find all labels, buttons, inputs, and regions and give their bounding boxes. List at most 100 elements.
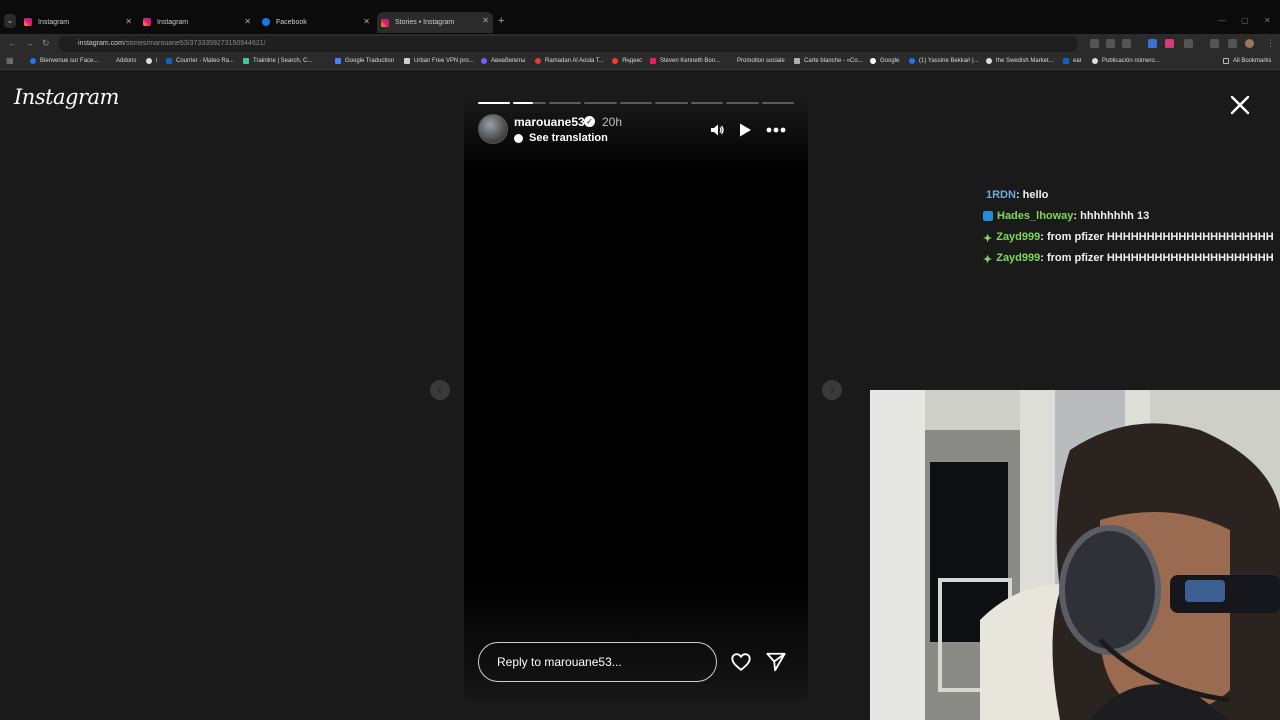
story-bottom-gradient (464, 580, 808, 700)
linkedin-icon (1063, 58, 1069, 64)
close-tab-icon[interactable]: ✕ (125, 17, 132, 26)
close-icon[interactable] (1228, 93, 1252, 117)
cast-icon[interactable] (1090, 39, 1099, 48)
zoom-icon[interactable] (1106, 39, 1115, 48)
globe-icon (1092, 58, 1098, 64)
extensions-puzzle-icon[interactable] (1184, 39, 1193, 48)
bookmark-item[interactable]: the Swedish Market... (986, 58, 1054, 64)
chat-text: : hello (1015, 189, 1049, 201)
browser-tab[interactable]: Instagram ✕ (20, 13, 136, 31)
all-bookmarks-button[interactable]: All Bookmarks (1223, 58, 1271, 64)
tab-title: Instagram (157, 18, 189, 26)
translate-icon[interactable] (1228, 39, 1237, 48)
globe-icon (986, 58, 992, 64)
chat-message: 1RDN: hello (986, 189, 1048, 201)
webcam-feed-image (870, 390, 1280, 720)
story-progress-segment (478, 102, 511, 104)
close-tab-icon[interactable]: ✕ (363, 17, 370, 26)
flights-icon (481, 58, 487, 64)
yandex-icon (612, 58, 618, 64)
bookmark-item[interactable]: Google (870, 58, 899, 64)
facebook-icon (30, 58, 36, 64)
story-progress-fill (478, 102, 511, 104)
story-username[interactable]: marouane53 (514, 115, 585, 129)
address-toolbar: ← → ↻ instagram.com/stories/marouane53/3… (0, 34, 1280, 54)
browser-tab-strip: ⌄ Instagram ✕ Instagram ✕ Facebook ✕ Sto… (0, 0, 1280, 34)
bookmark-item[interactable]: Ramadan Al Aoula T... (535, 58, 604, 64)
bookmark-item[interactable]: Urban Free VPN pro... (404, 58, 474, 64)
chat-text: : from pfizer HHHHHHHHHHHHHHHHHHHHH (1040, 231, 1274, 243)
chat-text: : hhhhhhhh 13 (1073, 210, 1150, 222)
new-tab-button[interactable]: + (498, 15, 504, 27)
story-card[interactable]: marouane53 ✓ 20h See translation Reply t… (464, 92, 808, 700)
browser-tab-active[interactable]: Stories • Instagram ✕ (377, 12, 493, 33)
stream-chat: 1RDN: hello Hades_lhoway: hhhhhhhh 13 ✦ Z… (983, 189, 1280, 279)
browser-tab[interactable]: Facebook ✕ (258, 13, 374, 31)
url-host: instagram.com (78, 40, 124, 47)
bookmark-item[interactable]: Авиабилеты (481, 58, 525, 64)
browser-tab[interactable]: Instagram ✕ (139, 13, 255, 31)
reload-icon[interactable]: ↻ (42, 38, 50, 49)
bookmark-item[interactable]: Courrier - Mateo Ra... (166, 58, 234, 64)
bookmark-item[interactable]: Bienvenue sur Face... (30, 58, 98, 64)
close-tab-icon[interactable]: ✕ (482, 16, 489, 25)
bookmark-item[interactable]: Addons (116, 58, 136, 64)
apps-grid-icon[interactable]: ▦ (6, 56, 14, 65)
minimize-icon[interactable]: — (1218, 16, 1226, 25)
instagram-icon (381, 18, 389, 27)
avatar[interactable] (478, 114, 508, 144)
bookmark-item[interactable]: Carte blanche - «Co... (794, 58, 863, 64)
bookmark-item[interactable]: ear (1063, 58, 1082, 64)
google-translate-icon (335, 58, 341, 64)
extension-icon[interactable] (1165, 39, 1174, 48)
bookmark-star-icon[interactable] (1122, 39, 1131, 48)
send-icon[interactable] (765, 651, 787, 673)
forward-icon[interactable]: → (25, 38, 34, 48)
globe-icon (146, 58, 152, 64)
bookmark-item[interactable]: Яндекс (612, 58, 642, 64)
url-path: /stories/marouane53/3733359273150944621/ (123, 40, 266, 47)
facebook-icon (909, 58, 915, 64)
instagram-icon (24, 18, 32, 26)
tab-title: Stories • Instagram (395, 19, 455, 26)
verified-badge-icon: ✓ (584, 116, 595, 127)
story-timestamp: 20h (602, 115, 623, 129)
download-icon[interactable] (1210, 39, 1219, 48)
play-icon[interactable] (738, 122, 752, 138)
mail-icon (166, 58, 172, 64)
close-window-icon[interactable]: ✕ (1264, 16, 1271, 25)
tab-title: Facebook (276, 18, 307, 26)
google-icon (870, 58, 876, 64)
more-options-icon[interactable] (766, 127, 786, 133)
heart-icon[interactable] (730, 651, 752, 673)
bookmark-item[interactable]: (1) Yassine Bekkari |... (909, 58, 979, 64)
bookmark-item[interactable]: Promotion sociale (727, 58, 785, 64)
instagram-logo[interactable]: Instagram (14, 85, 119, 109)
next-story-button[interactable]: › (822, 380, 842, 400)
tab-search-button[interactable]: ⌄ (4, 14, 16, 28)
story-progress-fill (513, 102, 533, 104)
address-input[interactable]: instagram.com/stories/marouane53/3733359… (58, 36, 1078, 52)
star-badge-icon: ✦ (983, 233, 993, 245)
reply-input[interactable]: Reply to marouane53... (478, 642, 717, 682)
bookmark-item[interactable]: Steven Kenneth Bon... (650, 58, 720, 64)
back-icon[interactable]: ← (8, 38, 17, 48)
chat-text: : from pfizer HHHHHHHHHHHHHHHHHHHHH (1040, 252, 1274, 264)
speaker-icon[interactable] (709, 122, 725, 138)
bookmark-item[interactable]: Google Traduction (335, 58, 394, 64)
close-tab-icon[interactable]: ✕ (244, 17, 251, 26)
bookmark-item[interactable]: Publicación número... (1092, 58, 1160, 64)
maximize-icon[interactable]: ▢ (1241, 16, 1249, 25)
bookmark-item[interactable]: i (146, 58, 157, 64)
see-translation-link[interactable]: See translation (529, 132, 608, 144)
chat-username: Hades_lhoway (997, 210, 1074, 222)
story-progress-segment (726, 102, 759, 104)
youtube-icon (535, 58, 541, 64)
chat-message: Hades_lhoway: hhhhhhhh 13 (983, 210, 1149, 222)
bookmark-item[interactable]: Trainline | Search, C... (243, 58, 312, 64)
profile-avatar[interactable] (1245, 39, 1254, 48)
extension-icon[interactable] (1148, 39, 1157, 48)
menu-kebab-icon[interactable]: ⋮ (1266, 38, 1275, 49)
previous-story-button[interactable]: ‹ (430, 380, 450, 400)
story-progress-segment (584, 102, 617, 104)
